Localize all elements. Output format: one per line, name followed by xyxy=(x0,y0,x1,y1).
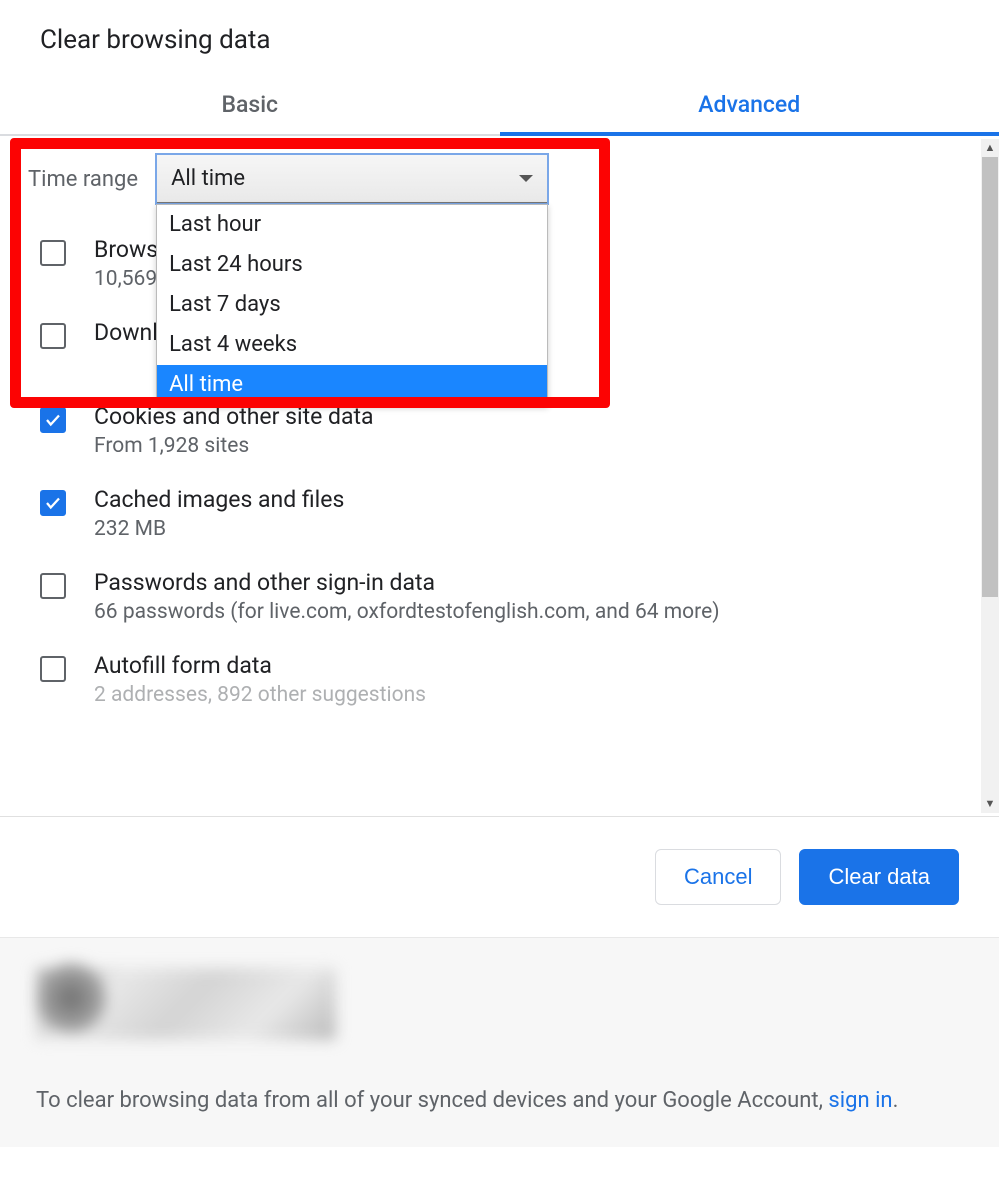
option-title: Browsi xyxy=(94,236,164,263)
account-sync-section: To clear browsing data from all of your … xyxy=(0,937,999,1147)
option-passwords: Passwords and other sign-in data 66 pass… xyxy=(40,555,953,638)
sign-in-link[interactable]: sign in xyxy=(828,1088,892,1113)
chevron-down-icon xyxy=(519,175,533,182)
clear-browsing-data-dialog: Clear browsing data Basic Advanced Time … xyxy=(0,0,999,1200)
scroll-down-icon[interactable]: ▼ xyxy=(983,797,997,811)
button-row: Cancel Clear data xyxy=(0,817,999,937)
time-range-label: Time range xyxy=(28,167,138,192)
checkbox-passwords[interactable] xyxy=(40,573,66,599)
option-title: Cached images and files xyxy=(94,486,344,513)
sync-message-prefix: To clear browsing data from all of your … xyxy=(36,1088,828,1113)
scrollbar[interactable]: ▲ ▼ xyxy=(981,139,999,813)
cancel-button[interactable]: Cancel xyxy=(655,849,781,905)
dropdown-option-last-24-hours[interactable]: Last 24 hours xyxy=(157,245,547,285)
checkbox-autofill[interactable] xyxy=(40,656,66,682)
avatar xyxy=(36,963,106,1033)
dropdown-option-all-time[interactable]: All time xyxy=(157,365,547,405)
option-title: Autofill form data xyxy=(94,652,426,679)
option-title: Cookies and other site data xyxy=(94,403,374,430)
time-range-selected[interactable]: All time xyxy=(156,154,548,204)
option-cached: Cached images and files 232 MB xyxy=(40,472,953,555)
checkbox-browsing-history[interactable] xyxy=(40,240,66,266)
content-area: Time range All time Last hour Last 24 ho… xyxy=(0,136,999,816)
option-autofill: Autofill form data 2 addresses, 892 othe… xyxy=(40,638,953,721)
checkbox-download-history[interactable] xyxy=(40,323,66,349)
clear-data-button[interactable]: Clear data xyxy=(799,849,959,905)
scrollbar-thumb[interactable] xyxy=(982,157,998,597)
option-title: Passwords and other sign-in data xyxy=(94,569,720,596)
time-range-select[interactable]: All time Last hour Last 24 hours Last 7 … xyxy=(156,154,548,204)
dropdown-option-last-4-weeks[interactable]: Last 4 weeks xyxy=(157,325,547,365)
sync-message: To clear browsing data from all of your … xyxy=(36,1084,963,1117)
option-subtitle: 10,569 xyxy=(94,267,164,291)
option-subtitle: From 1,928 sites xyxy=(94,434,374,458)
time-range-selected-value: All time xyxy=(171,166,245,191)
time-range-dropdown: Last hour Last 24 hours Last 7 days Last… xyxy=(156,204,548,406)
checkbox-cached[interactable] xyxy=(40,490,66,516)
option-subtitle: 66 passwords (for live.com, oxfordtestof… xyxy=(94,600,720,624)
option-subtitle: 232 MB xyxy=(94,517,344,541)
account-info-blurred xyxy=(36,968,336,1040)
scroll-up-icon[interactable]: ▲ xyxy=(983,141,997,155)
option-subtitle: 2 addresses, 892 other suggestions xyxy=(94,683,426,707)
checkbox-cookies[interactable] xyxy=(40,407,66,433)
dialog-title: Clear browsing data xyxy=(0,0,999,75)
time-range-row: Time range All time Last hour Last 24 ho… xyxy=(0,136,981,222)
sync-message-suffix: . xyxy=(893,1088,899,1113)
tabs-bar: Basic Advanced xyxy=(0,75,999,136)
tab-advanced[interactable]: Advanced xyxy=(500,75,999,134)
tab-basic[interactable]: Basic xyxy=(0,75,500,134)
dropdown-option-last-hour[interactable]: Last hour xyxy=(157,205,547,245)
dropdown-option-last-7-days[interactable]: Last 7 days xyxy=(157,285,547,325)
